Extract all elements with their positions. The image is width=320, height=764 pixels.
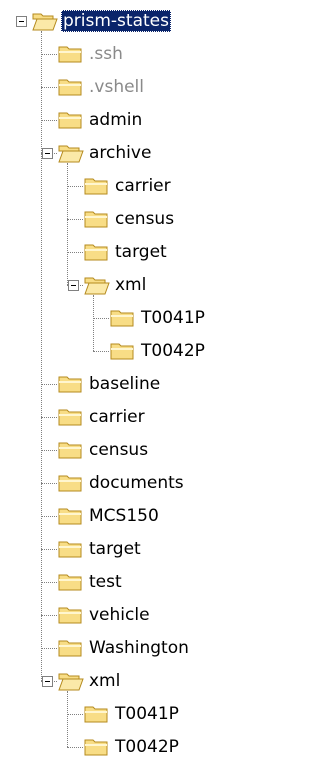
folder-icon (58, 538, 84, 560)
folder-tree: prism-states .ssh .vshell admin archive carri… (0, 0, 274, 757)
folder-label[interactable]: target (87, 538, 143, 560)
folder-label[interactable]: admin (87, 109, 144, 131)
tree-row-t0042p[interactable]: T0042P (0, 335, 274, 368)
folder-icon (84, 703, 110, 725)
tree-row-documents[interactable]: documents (0, 467, 274, 500)
folder-icon (58, 439, 84, 461)
folder-icon (58, 43, 84, 65)
tree-row-prism-states[interactable]: prism-states (0, 5, 274, 38)
folder-label[interactable]: T0042P (139, 340, 207, 362)
tree-row-xml[interactable]: xml (0, 665, 274, 698)
folder-icon (110, 307, 136, 329)
tree-row-t0042p[interactable]: T0042P (0, 731, 274, 764)
collapse-toggle-icon[interactable] (16, 16, 27, 27)
tree-row-t0041p[interactable]: T0041P (0, 698, 274, 731)
folder-label[interactable]: census (113, 208, 176, 230)
tree-row-t0041p[interactable]: T0041P (0, 302, 274, 335)
tree-row-carrier[interactable]: carrier (0, 401, 274, 434)
folder-icon (84, 736, 110, 758)
tree-row-target[interactable]: target (0, 236, 274, 269)
folder-open-icon (58, 670, 84, 692)
tree-row-census[interactable]: census (0, 434, 274, 467)
folder-icon (58, 109, 84, 131)
collapse-toggle-icon[interactable] (68, 280, 79, 291)
tree-row-test[interactable]: test (0, 566, 274, 599)
tree-row-baseline[interactable]: baseline (0, 368, 274, 401)
tree-row-admin[interactable]: admin (0, 104, 274, 137)
tree-row-carrier[interactable]: carrier (0, 170, 274, 203)
folder-label[interactable]: MCS150 (87, 505, 161, 527)
folder-icon (58, 76, 84, 98)
folder-icon (110, 340, 136, 362)
tree-row-xml[interactable]: xml (0, 269, 274, 302)
folder-icon (58, 472, 84, 494)
folder-label[interactable]: T0041P (139, 307, 207, 329)
folder-label[interactable]: census (87, 439, 150, 461)
folder-label[interactable]: target (113, 241, 169, 263)
folder-icon (84, 241, 110, 263)
folder-label[interactable]: vehicle (87, 604, 152, 626)
folder-label[interactable]: baseline (87, 373, 162, 395)
folder-label[interactable]: prism-states (61, 10, 171, 32)
tree-row-archive[interactable]: archive (0, 137, 274, 170)
folder-open-icon (84, 274, 110, 296)
folder-label[interactable]: xml (113, 274, 148, 296)
collapse-toggle-icon[interactable] (42, 676, 53, 687)
folder-label[interactable]: Washington (87, 637, 191, 659)
tree-row-vehicle[interactable]: vehicle (0, 599, 274, 632)
tree-row-census[interactable]: census (0, 203, 274, 236)
folder-label[interactable]: xml (87, 670, 122, 692)
collapse-toggle-icon[interactable] (42, 148, 53, 159)
folder-label[interactable]: .vshell (87, 76, 146, 98)
folder-label[interactable]: T0042P (113, 736, 181, 758)
folder-label[interactable]: carrier (87, 406, 147, 428)
folder-icon (58, 406, 84, 428)
folder-open-icon (58, 142, 84, 164)
folder-icon (84, 208, 110, 230)
folder-label[interactable]: T0041P (113, 703, 181, 725)
folder-label[interactable]: documents (87, 472, 186, 494)
tree-row-mcs150[interactable]: MCS150 (0, 500, 274, 533)
folder-icon (58, 637, 84, 659)
tree-row-ssh[interactable]: .ssh (0, 38, 274, 71)
folder-icon (58, 604, 84, 626)
folder-icon (58, 571, 84, 593)
tree-row-washington[interactable]: Washington (0, 632, 274, 665)
tree-row-vshell[interactable]: .vshell (0, 71, 274, 104)
folder-open-icon (32, 10, 58, 32)
folder-label[interactable]: archive (87, 142, 153, 164)
folder-label[interactable]: test (87, 571, 124, 593)
tree-row-target[interactable]: target (0, 533, 274, 566)
folder-label[interactable]: .ssh (87, 43, 125, 65)
folder-icon (58, 373, 84, 395)
folder-label[interactable]: carrier (113, 175, 173, 197)
folder-icon (84, 175, 110, 197)
folder-icon (58, 505, 84, 527)
